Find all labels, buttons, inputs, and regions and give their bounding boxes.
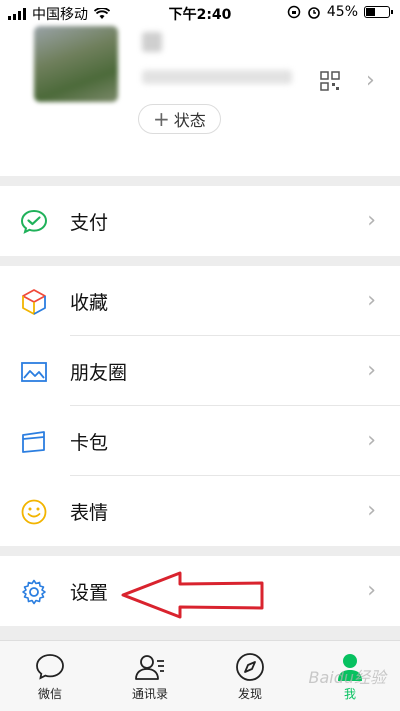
red-arrow-annotation — [121, 571, 264, 619]
chevron-right-icon: › — [367, 288, 376, 313]
status-right: 45% — [287, 4, 393, 20]
chevron-right-icon: › — [367, 578, 376, 603]
tab-discover[interactable]: 发现 — [200, 641, 300, 711]
menu-label-settings: 设置 — [70, 581, 109, 604]
alarm-icon — [308, 7, 320, 19]
menu-item-pay[interactable]: 支付 › — [0, 186, 400, 256]
contacts-icon — [135, 655, 164, 680]
tab-chats[interactable]: 微信 — [0, 641, 100, 711]
battery-percent: 45% — [326, 4, 358, 20]
rotation-lock-icon — [287, 5, 301, 19]
menu-label-moments: 朋友圈 — [70, 361, 128, 384]
watermark: Baidu经验 — [308, 668, 386, 687]
avatar[interactable] — [34, 26, 118, 102]
chevron-right-icon: › — [367, 498, 376, 523]
add-status-button[interactable]: + 状态 — [138, 104, 221, 134]
qr-code-icon[interactable] — [320, 71, 340, 91]
blurred-name — [142, 32, 162, 52]
profile-header[interactable]: › + 状态 — [0, 26, 400, 176]
chevron-right-icon: › — [367, 208, 376, 233]
chevron-right-icon: › — [367, 358, 376, 383]
menu-item-stickers[interactable]: 表情 › — [0, 476, 400, 546]
tab-contacts[interactable]: 通讯录 — [100, 641, 200, 711]
moments-album-icon — [21, 362, 47, 382]
cards-wallet-icon — [22, 431, 45, 453]
tab-label-contacts: 通讯录 — [131, 687, 168, 701]
pay-icon — [20, 209, 48, 234]
compass-icon — [236, 653, 264, 681]
battery-icon — [364, 6, 393, 18]
plus-icon: + — [153, 107, 170, 131]
menu-label-favorites: 收藏 — [70, 291, 109, 314]
menu-item-cards[interactable]: 卡包 › — [0, 406, 400, 476]
menu-item-moments[interactable]: 朋友圈 › — [0, 336, 400, 406]
tab-label-chats: 微信 — [37, 687, 62, 701]
pay-group: 支付 › — [0, 186, 400, 256]
smiley-icon — [21, 499, 47, 525]
chevron-right-icon: › — [367, 428, 376, 453]
favorites-cube-icon — [22, 289, 46, 315]
main-group: 收藏 › 朋友圈 › 卡包 › 表情 › — [0, 266, 400, 546]
chat-bubble-icon — [36, 654, 64, 680]
menu-label-stickers: 表情 — [70, 501, 109, 524]
tab-label-discover: 发现 — [237, 687, 262, 701]
menu-label-cards: 卡包 — [70, 431, 109, 454]
chevron-right-icon: › — [366, 68, 375, 93]
menu-label-pay: 支付 — [70, 211, 109, 234]
gear-icon — [22, 579, 46, 605]
menu-item-favorites[interactable]: 收藏 › — [0, 266, 400, 336]
status-bar: 中国移动 下午2:40 45% — [0, 0, 400, 26]
status-button-label: 状态 — [173, 111, 206, 130]
blurred-wechat-id — [142, 70, 292, 84]
